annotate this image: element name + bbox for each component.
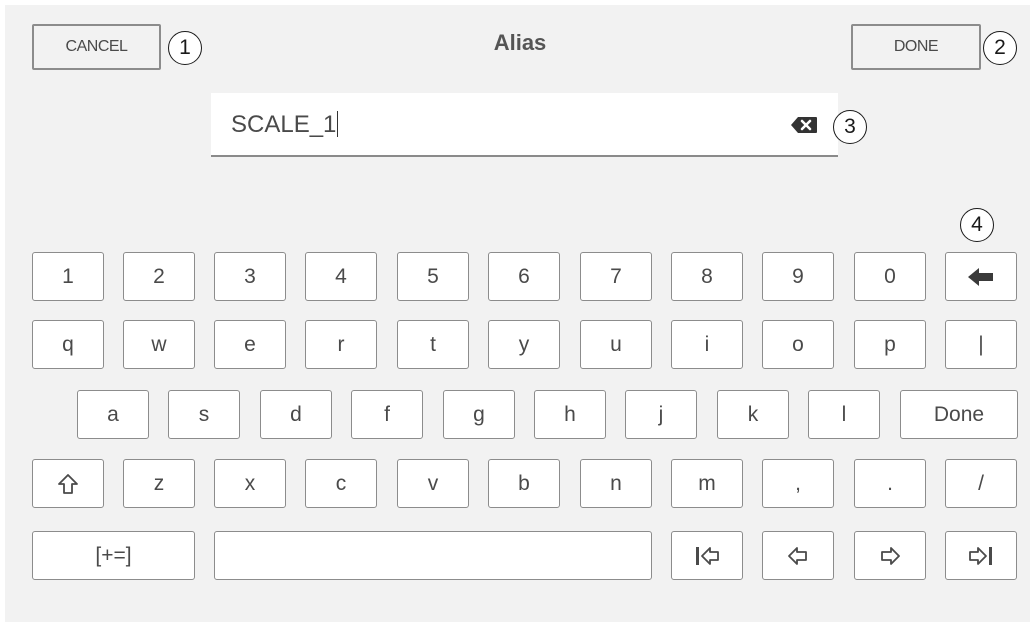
key-period[interactable]: . bbox=[854, 459, 926, 508]
key-6[interactable]: 6 bbox=[488, 252, 560, 301]
key-n[interactable]: n bbox=[580, 459, 652, 508]
symbols-key[interactable]: [+=] bbox=[32, 531, 195, 580]
key-y[interactable]: y bbox=[488, 320, 560, 369]
key-g[interactable]: g bbox=[443, 390, 515, 439]
cursor-start-key[interactable] bbox=[671, 531, 743, 580]
key-u[interactable]: u bbox=[580, 320, 652, 369]
key-c[interactable]: c bbox=[305, 459, 377, 508]
backspace-arrow-icon bbox=[968, 267, 993, 286]
key-i[interactable]: i bbox=[671, 320, 743, 369]
key-5[interactable]: 5 bbox=[397, 252, 469, 301]
keyboard-done-key[interactable]: Done bbox=[900, 390, 1018, 439]
key-h[interactable]: h bbox=[534, 390, 606, 439]
alias-input-value: SCALE_1 bbox=[231, 111, 337, 138]
key-9[interactable]: 9 bbox=[762, 252, 834, 301]
key-o[interactable]: o bbox=[762, 320, 834, 369]
key-v[interactable]: v bbox=[397, 459, 469, 508]
key-w[interactable]: w bbox=[123, 320, 195, 369]
cursor-left-icon bbox=[788, 546, 807, 565]
key-comma[interactable]: , bbox=[762, 459, 834, 508]
cursor-right-icon bbox=[881, 546, 900, 565]
done-button[interactable]: DONE bbox=[851, 24, 981, 70]
cursor-left-key[interactable] bbox=[762, 531, 834, 580]
dialog-title: Alias bbox=[493, 30, 547, 55]
key-q[interactable]: q bbox=[32, 320, 104, 369]
key-x[interactable]: x bbox=[214, 459, 286, 508]
key-m[interactable]: m bbox=[671, 459, 743, 508]
key-r[interactable]: r bbox=[305, 320, 377, 369]
key-e[interactable]: e bbox=[214, 320, 286, 369]
key-0[interactable]: 0 bbox=[854, 252, 926, 301]
key-3[interactable]: 3 bbox=[214, 252, 286, 301]
alias-input[interactable]: SCALE_1 bbox=[211, 93, 838, 157]
cursor-end-icon bbox=[969, 546, 992, 565]
cancel-button[interactable]: CANCEL bbox=[32, 24, 161, 70]
key-7[interactable]: 7 bbox=[580, 252, 652, 301]
cursor-end-key[interactable] bbox=[945, 531, 1017, 580]
key-8[interactable]: 8 bbox=[671, 252, 743, 301]
key-l[interactable]: l bbox=[808, 390, 880, 439]
callout-4: 4 bbox=[960, 208, 994, 242]
key-slash[interactable]: / bbox=[945, 459, 1017, 508]
key-d[interactable]: d bbox=[260, 390, 332, 439]
alias-input-text: SCALE_1 bbox=[231, 110, 339, 139]
key-f[interactable]: f bbox=[351, 390, 423, 439]
key-z[interactable]: z bbox=[123, 459, 195, 508]
callout-1: 1 bbox=[168, 31, 202, 65]
key-2[interactable]: 2 bbox=[123, 252, 195, 301]
backspace-key[interactable] bbox=[945, 252, 1017, 301]
key-4[interactable]: 4 bbox=[305, 252, 377, 301]
shift-key[interactable] bbox=[32, 459, 104, 508]
key-a[interactable]: a bbox=[77, 390, 149, 439]
text-caret bbox=[337, 110, 339, 137]
callout-2: 2 bbox=[983, 31, 1017, 65]
callout-3: 3 bbox=[833, 110, 867, 144]
key-j[interactable]: j bbox=[625, 390, 697, 439]
key-p[interactable]: p bbox=[854, 320, 926, 369]
key-s[interactable]: s bbox=[168, 390, 240, 439]
cursor-start-icon bbox=[696, 546, 719, 565]
shift-arrow-icon bbox=[58, 473, 78, 494]
key-k[interactable]: k bbox=[717, 390, 789, 439]
key-pipe[interactable]: | bbox=[945, 320, 1017, 369]
key-b[interactable]: b bbox=[488, 459, 560, 508]
key-t[interactable]: t bbox=[397, 320, 469, 369]
space-key[interactable] bbox=[214, 531, 652, 580]
key-1[interactable]: 1 bbox=[32, 252, 104, 301]
cursor-right-key[interactable] bbox=[854, 531, 926, 580]
clear-input-icon[interactable] bbox=[790, 116, 818, 134]
